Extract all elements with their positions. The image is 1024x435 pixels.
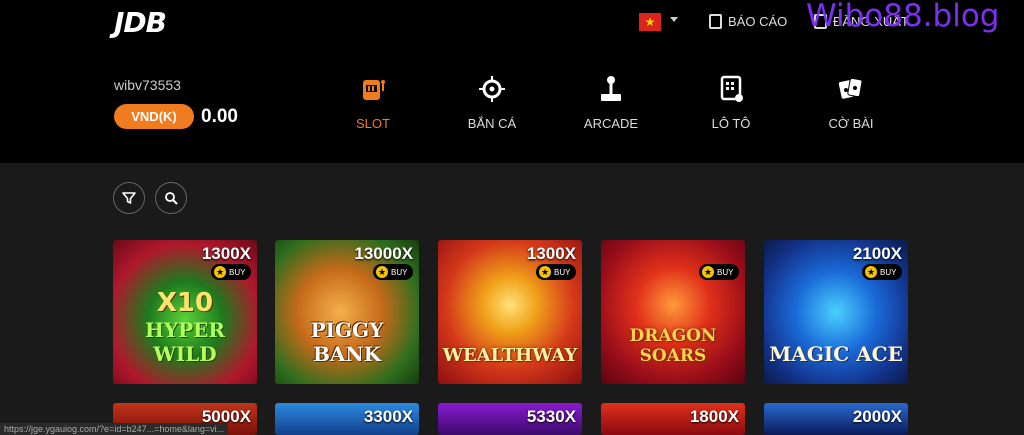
star-icon: ★ [702, 266, 714, 278]
game-card[interactable]: 1800X [601, 403, 745, 435]
game-card-wealthway[interactable]: 1300X ★ BUY WEALTHWAY [438, 240, 582, 384]
star-icon: ★ [865, 266, 877, 278]
status-url: https://jge.ygauiog.com/?e=id=b247...=ho… [0, 423, 229, 435]
game-card[interactable]: 2000X [764, 403, 908, 435]
star-icon: ★ [539, 266, 551, 278]
top-bar: JDB ★ BÁO CÁO ĐĂNG XUẤT Wibo88.blog wibv… [0, 0, 1024, 163]
game-title: PIGGY BANK [310, 318, 384, 366]
game-multiplier: 2000X [852, 407, 902, 426]
buy-badge[interactable]: ★ BUY [536, 264, 576, 280]
game-multiplier: 2100X [852, 244, 902, 263]
jdb-logo[interactable]: JDB [114, 6, 167, 39]
tab-cards-label: CỜ BÀI [828, 116, 874, 131]
buy-badge[interactable]: ★ BUY [373, 264, 413, 280]
buy-badge[interactable]: ★ BUY [862, 264, 902, 280]
tab-slot-label: SLOT [356, 116, 390, 131]
search-button[interactable] [155, 182, 187, 214]
game-card-magic-ace[interactable]: 2100X ★ BUY MAGIC ACE [764, 240, 908, 384]
balance: 0.00 [201, 106, 238, 127]
watermark: Wibo88.blog [806, 0, 1000, 34]
currency-badge[interactable]: VND(K) [114, 104, 194, 129]
game-multiplier: 5330X [526, 407, 576, 426]
tab-lottery[interactable]: LÔ TÔ [681, 75, 781, 131]
star-icon: ★ [376, 266, 388, 278]
buy-badge[interactable]: ★ BUY [211, 264, 251, 280]
search-icon [165, 192, 178, 205]
tab-slot[interactable]: SLOT [323, 75, 423, 131]
slot-machine-icon [363, 80, 385, 100]
lottery-icon [720, 75, 743, 102]
cards-icon [838, 77, 863, 99]
game-multiplier: 1300X [526, 244, 576, 263]
game-multiplier: 1800X [689, 407, 739, 426]
game-card[interactable]: 3300X [275, 403, 419, 435]
star-icon: ★ [214, 266, 226, 278]
vietnam-flag-icon[interactable]: ★ [639, 13, 661, 31]
game-title: MAGIC ACE [769, 342, 903, 366]
game-card-dragon-soars[interactable]: ★ BUY DRAGON SOARS [601, 240, 745, 384]
filter-icon [122, 192, 136, 204]
chevron-down-icon[interactable] [670, 17, 678, 22]
game-multiplier: 3300X [363, 407, 413, 426]
filter-button[interactable] [113, 182, 145, 214]
game-title: HYPER WILD [144, 318, 226, 366]
joystick-icon [601, 76, 621, 101]
tab-arcade-label: ARCADE [583, 116, 639, 131]
report-label: BÁO CÁO [728, 14, 788, 29]
tab-fishing[interactable]: BẮN CÁ [442, 75, 542, 131]
tab-arcade[interactable]: ARCADE [561, 75, 661, 131]
game-multiplier: 1300X [201, 244, 251, 263]
report-link[interactable]: BÁO CÁO [709, 14, 787, 29]
game-card-hyper-wild[interactable]: 1300X ★ BUY X10 HYPER WILD [113, 240, 257, 384]
game-title: DRAGON SOARS [629, 326, 717, 366]
game-card-piggy-bank[interactable]: 13000X ★ BUY PIGGY BANK [275, 240, 419, 384]
crosshair-icon [479, 76, 505, 102]
game-multiplier: 13000X [354, 244, 413, 263]
tab-cards[interactable]: CỜ BÀI [801, 75, 901, 131]
game-title: WEALTHWAY [442, 345, 578, 366]
report-icon [709, 14, 722, 29]
username: wibv73553 [114, 77, 181, 93]
tab-fishing-label: BẮN CÁ [467, 116, 517, 131]
buy-badge[interactable]: ★ BUY [699, 264, 739, 280]
game-card[interactable]: 5330X [438, 403, 582, 435]
tab-lottery-label: LÔ TÔ [711, 116, 751, 131]
game-badge: X10 [156, 288, 214, 318]
